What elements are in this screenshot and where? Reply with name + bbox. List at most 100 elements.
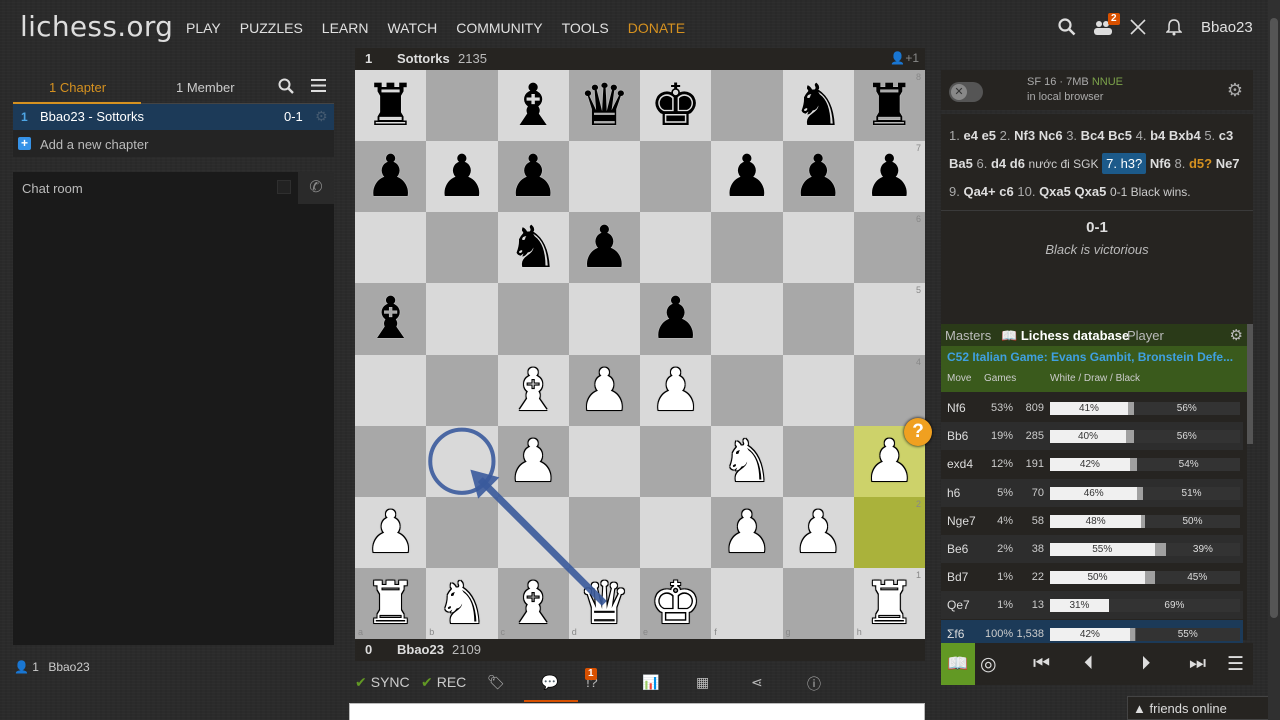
move[interactable]: Qa4+ — [963, 184, 995, 199]
gear-icon[interactable]: ⚙ — [315, 108, 328, 125]
help-icon[interactable]: ? — [904, 418, 932, 446]
explorer-row[interactable]: Bd7 1% 22 50% 45% — [941, 563, 1243, 591]
move[interactable]: Ne7 — [1216, 156, 1240, 171]
nav-community[interactable]: COMMUNITY — [456, 20, 542, 36]
opening-header: C52 Italian Game: Evans Gambit, Bronstei… — [941, 346, 1247, 392]
move[interactable]: c3 — [1219, 128, 1233, 143]
move[interactable]: b4 — [1150, 128, 1165, 143]
scrollbar-thumb[interactable] — [1270, 18, 1278, 618]
tab-masters[interactable]: Masters — [945, 328, 991, 343]
row-move: Bb6 — [947, 429, 969, 444]
move[interactable]: 7. h3? — [1102, 153, 1147, 174]
explorer-row[interactable]: Be6 2% 38 55% 39% — [941, 535, 1243, 563]
gear-icon[interactable]: ⚙ — [1227, 80, 1243, 101]
result-bar: 31% 69% — [1050, 599, 1240, 613]
bell-icon[interactable] — [1164, 18, 1184, 38]
grid-icon[interactable]: ▦ — [696, 674, 709, 691]
prev-move-icon[interactable]: ⏴ — [1084, 653, 1094, 675]
search-icon[interactable] — [1057, 18, 1077, 38]
explorer-row[interactable]: Bb6 19% 285 40% 56% — [941, 422, 1243, 451]
player-name[interactable]: Bbao23 — [397, 642, 444, 657]
member-name[interactable]: Bbao23 — [48, 660, 89, 674]
explorer-row[interactable]: Nge7 4% 58 48% 50% — [941, 507, 1243, 535]
book-icon[interactable]: 📖 — [941, 643, 975, 685]
chapter-number: 1 — [21, 110, 28, 124]
move[interactable]: d4 — [991, 156, 1006, 171]
nav-learn[interactable]: LEARN — [322, 20, 369, 36]
explorer-row[interactable]: Qe7 1% 13 31% 69% — [941, 591, 1243, 620]
add-chapter-button[interactable]: + Add a new chapter — [13, 130, 334, 157]
search-icon[interactable] — [278, 78, 294, 97]
move[interactable]: Bc5 — [1108, 128, 1132, 143]
next-move-icon[interactable]: ⏵ — [1141, 653, 1151, 675]
move[interactable]: Nf3 — [1014, 128, 1035, 143]
explorer-scrollbar[interactable] — [1247, 324, 1253, 444]
opening-name[interactable]: C52 Italian Game: Evans Gambit, Bronstei… — [947, 350, 1243, 364]
last-move-icon[interactable]: ⏭ — [1189, 653, 1206, 675]
tag-icon[interactable]: 🏷 — [487, 674, 505, 691]
nav-watch[interactable]: WATCH — [387, 20, 437, 36]
row-percent: 4% — [997, 514, 1013, 527]
first-move-icon[interactable]: ⏮ — [1033, 653, 1050, 675]
page-scrollbar[interactable] — [1268, 0, 1280, 720]
move[interactable]: e4 — [963, 128, 977, 143]
move[interactable]: d5? — [1189, 156, 1212, 171]
share-icon[interactable]: ⋖ — [751, 674, 763, 691]
explorer-row[interactable]: h6 5% 70 46% 51% — [941, 478, 1243, 507]
row-percent: 1% — [997, 571, 1013, 584]
nav-puzzles[interactable]: PUZZLES — [240, 20, 303, 36]
menu-icon[interactable] — [311, 79, 326, 95]
player-name[interactable]: Sottorks — [397, 51, 450, 66]
comment-icon[interactable]: 💬 — [541, 674, 558, 691]
result-bar: 42% 55% — [1050, 627, 1240, 641]
move[interactable]: Qxa5 — [1039, 184, 1071, 199]
practice-icon[interactable]: ◎ — [980, 653, 997, 676]
info-icon[interactable]: ⓘ — [807, 674, 821, 694]
tab-chapters[interactable]: 1 Chapter — [49, 80, 106, 95]
row-games: 22 — [1031, 571, 1044, 584]
move[interactable]: d6 — [1010, 156, 1025, 171]
gear-icon[interactable]: ⚙ — [1230, 326, 1243, 344]
nav-tools[interactable]: TOOLS — [562, 20, 609, 36]
comment-input[interactable] — [349, 703, 925, 720]
chapter-item[interactable]: 1 Bbao23 - Sottorks 0-1 ⚙ — [13, 104, 334, 130]
explorer-row[interactable]: Nf6 53% 809 41% 56% — [941, 394, 1243, 422]
user-icon: 👤 — [14, 660, 29, 674]
nav-donate[interactable]: DONATE — [628, 20, 685, 36]
move-number: 8. — [1174, 156, 1186, 171]
panel-spacer — [941, 264, 1253, 324]
move[interactable]: Nf6 — [1150, 156, 1171, 171]
chart-icon[interactable]: 📊 — [642, 674, 659, 691]
move[interactable]: e5 — [982, 128, 996, 143]
swords-icon[interactable] — [1128, 18, 1148, 38]
result-bar: 50% 45% — [1050, 571, 1240, 585]
move[interactable]: Bxb4 — [1169, 128, 1201, 143]
engine-toggle[interactable]: ✕ — [949, 82, 983, 102]
site-logo[interactable]: lichess.org — [20, 10, 173, 43]
menu-icon[interactable]: ☰ — [1227, 653, 1244, 676]
move[interactable]: Qxa5 — [1075, 184, 1107, 199]
chapter-name: Bbao23 - Sottorks — [40, 109, 145, 124]
engine-location: in local browser — [1027, 91, 1104, 103]
arrow-shaft — [477, 477, 607, 606]
phone-icon[interactable]: ✆ — [298, 172, 334, 204]
row-move: Qe7 — [947, 598, 970, 613]
user-menu[interactable]: Bbao23 — [1201, 19, 1253, 36]
tab-lichess-db[interactable]: 📖 Lichess database — [1001, 328, 1129, 344]
rec-toggle[interactable]: ✔ REC — [421, 674, 466, 691]
tab-player[interactable]: Player — [1127, 328, 1164, 343]
nav-play[interactable]: PLAY — [186, 20, 221, 36]
move[interactable]: Ba5 — [949, 156, 973, 171]
sync-toggle[interactable]: ✔ SYNC — [355, 674, 410, 691]
draw-segment — [1126, 430, 1134, 444]
friends-online-box[interactable]: ▲ friends online — [1127, 696, 1269, 720]
tab-members[interactable]: 1 Member — [176, 80, 235, 95]
move-comment: nước đi SGK — [1028, 157, 1099, 171]
explorer-row[interactable]: exd4 12% 191 42% 54% — [941, 450, 1243, 478]
move[interactable]: c6 — [999, 184, 1013, 199]
move[interactable]: Nc6 — [1039, 128, 1063, 143]
move[interactable]: Bc4 — [1081, 128, 1105, 143]
chat-toggle-checkbox[interactable] — [277, 180, 291, 194]
white-win-segment: 50% — [1050, 571, 1145, 585]
player-extra: 👤+1 — [890, 51, 919, 65]
